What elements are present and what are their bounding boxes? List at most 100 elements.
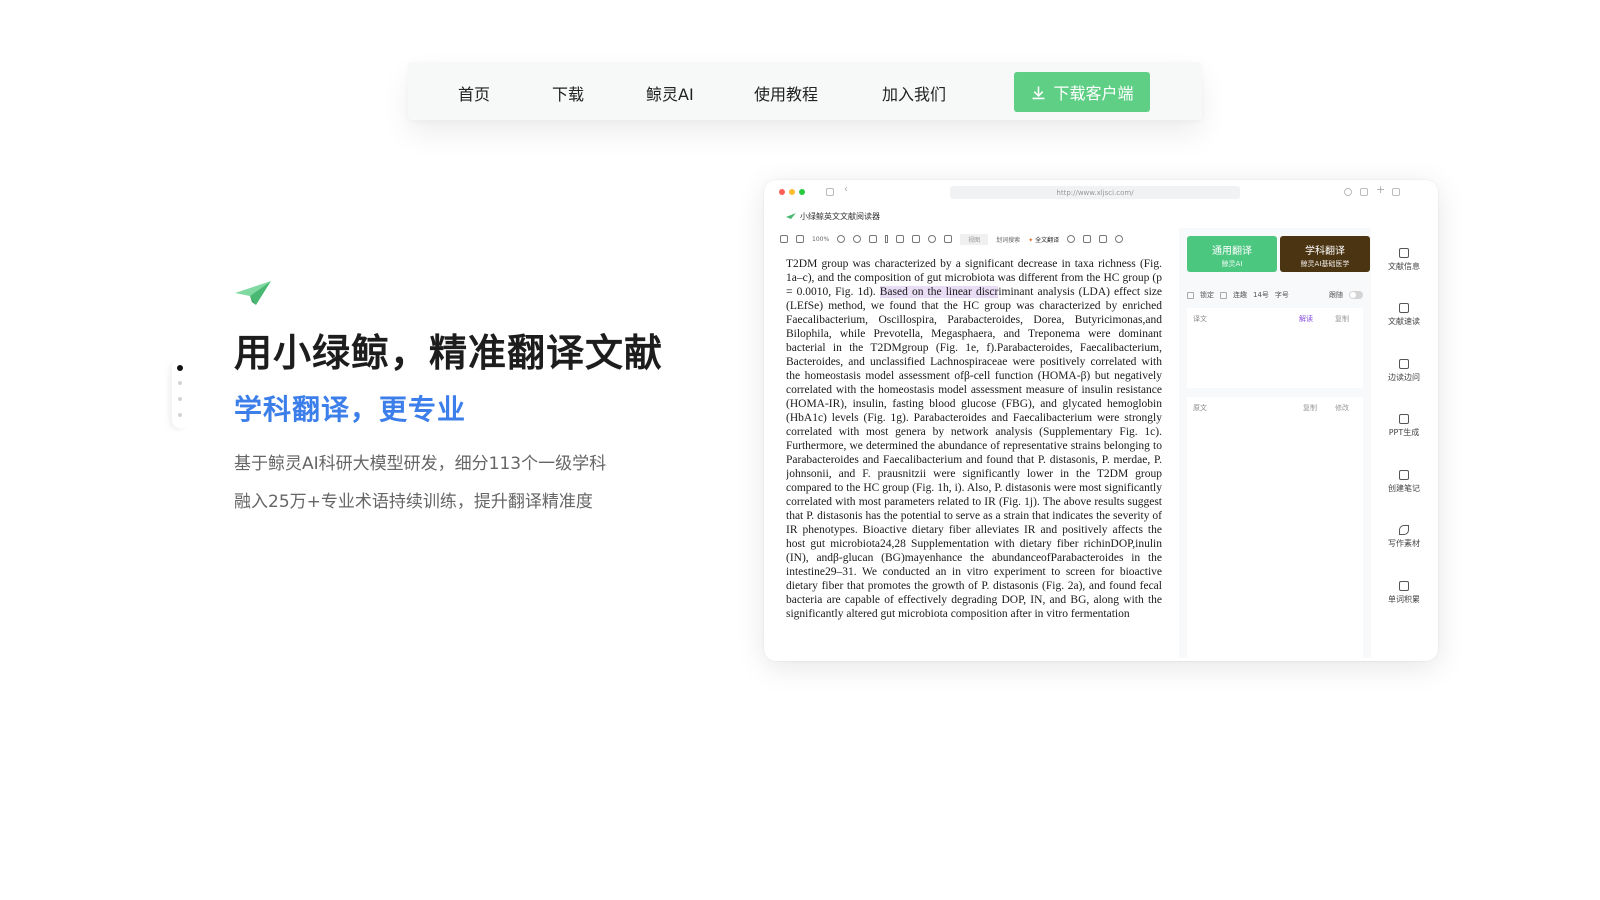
edit-original-button[interactable]: 修改 bbox=[1335, 403, 1349, 413]
translation-panel: 通用翻译 鲸灵AI 学科翻译 鲸灵AI基础医学 锁定 连趣 14号 字号 跟随 … bbox=[1179, 228, 1371, 658]
rail-literature-info[interactable]: 文献信息 bbox=[1373, 248, 1435, 272]
subject-translate-tab[interactable]: 学科翻译 鲸灵AI基础医学 bbox=[1280, 236, 1370, 272]
app-title: 小绿鲸英文文献阅读器 bbox=[786, 211, 880, 222]
sidebar-toggle-icon[interactable] bbox=[826, 188, 834, 196]
general-translate-tab[interactable]: 通用翻译 鲸灵AI bbox=[1187, 236, 1277, 272]
zoom-out-icon[interactable] bbox=[853, 235, 862, 243]
copy-translation-button[interactable]: 复制 bbox=[1335, 314, 1349, 324]
nav-download[interactable]: 下载 bbox=[552, 81, 584, 105]
download-icon bbox=[1033, 86, 1045, 99]
top-nav: 首页 下载 鲸灵AI 使用教程 加入我们 下载客户端 bbox=[408, 62, 1202, 120]
search-icon[interactable] bbox=[1067, 235, 1076, 243]
ppt-icon bbox=[1399, 414, 1409, 424]
rotate-icon[interactable] bbox=[869, 235, 878, 243]
literature-info-icon bbox=[1399, 248, 1409, 258]
rail-create-note[interactable]: 创建笔记 bbox=[1373, 470, 1435, 494]
reader-toolbar: 100% 视图 划词搜索 ✦ 全文翻译 bbox=[780, 232, 1164, 246]
zoom-select[interactable]: 100% bbox=[812, 236, 829, 243]
rail-label: 文献信息 bbox=[1388, 262, 1420, 271]
hero-description-line-2: 融入25万+专业术语持续训练，提升翻译精准度 bbox=[234, 492, 593, 512]
nav-jingling-ai[interactable]: 鲸灵AI bbox=[646, 81, 694, 105]
follow-toggle[interactable] bbox=[1349, 291, 1363, 299]
paper-plane-icon bbox=[235, 281, 271, 305]
general-translate-sub: 鲸灵AI bbox=[1221, 260, 1243, 268]
full-translate-label: 全文翻译 bbox=[1035, 236, 1060, 244]
rail-read-and-ask[interactable]: 边读边问 bbox=[1373, 359, 1435, 383]
rail-label: 写作素材 bbox=[1388, 539, 1420, 548]
two-page-icon[interactable] bbox=[896, 235, 905, 243]
translation-label: 译文 bbox=[1193, 315, 1207, 323]
back-icon[interactable]: ‹ bbox=[844, 184, 848, 195]
translation-card: 译文 解读 复制 bbox=[1187, 308, 1363, 388]
chat-icon bbox=[1399, 359, 1409, 369]
note-icon bbox=[1399, 470, 1409, 480]
export-icon[interactable] bbox=[1099, 235, 1108, 243]
tools-icon[interactable] bbox=[944, 235, 953, 243]
slide-dot[interactable] bbox=[178, 413, 182, 417]
full-translate-button[interactable]: ✦ 全文翻译 bbox=[1028, 235, 1059, 244]
pen-icon bbox=[1399, 525, 1409, 535]
translate-icon: ✦ bbox=[1028, 236, 1034, 244]
nav-join-us[interactable]: 加入我们 bbox=[882, 81, 946, 105]
fullscreen-icon[interactable] bbox=[912, 235, 921, 243]
panel-toggle-icon[interactable] bbox=[780, 235, 788, 243]
continuous-checkbox[interactable] bbox=[1220, 291, 1227, 299]
eye-icon[interactable] bbox=[928, 235, 937, 243]
share-icon[interactable] bbox=[1360, 188, 1368, 196]
subject-translate-label: 学科翻译 bbox=[1305, 246, 1345, 257]
original-card: 原文 复制 修改 bbox=[1187, 397, 1363, 658]
rail-label: 文献速读 bbox=[1388, 317, 1420, 326]
url-text: http://www.xljsci.com/ bbox=[1056, 188, 1134, 197]
close-window-button[interactable] bbox=[779, 189, 785, 195]
view-select[interactable]: 视图 bbox=[960, 233, 989, 245]
selected-text[interactable]: Based on the linear discr bbox=[879, 286, 999, 298]
rail-vocabulary[interactable]: 单词积累 bbox=[1373, 581, 1435, 605]
rail-ppt-generate[interactable]: PPT生成 bbox=[1373, 414, 1435, 438]
settings-icon[interactable] bbox=[1115, 235, 1124, 243]
original-label: 原文 bbox=[1193, 404, 1207, 412]
document-content[interactable]: T2DM group was characterized by a signif… bbox=[786, 257, 1162, 651]
page-icon[interactable] bbox=[796, 235, 804, 243]
slide-indicator bbox=[172, 360, 188, 428]
rail-label: PPT生成 bbox=[1388, 428, 1420, 437]
app-logo-icon bbox=[786, 212, 796, 219]
slide-dot[interactable] bbox=[178, 381, 182, 385]
hero-description-line-1: 基于鲸灵AI科研大模型研发，细分113个一级学科 bbox=[234, 454, 607, 474]
text-cursor-icon[interactable] bbox=[885, 235, 889, 243]
rail-quick-read[interactable]: 文献速读 bbox=[1373, 303, 1435, 327]
download-client-button[interactable]: 下载客户端 bbox=[1014, 72, 1150, 112]
word-search-button[interactable]: 划词搜索 bbox=[996, 235, 1020, 244]
tabs-overview-icon[interactable] bbox=[1392, 188, 1400, 196]
font-size-label: 字号 bbox=[1274, 291, 1289, 299]
nav-home[interactable]: 首页 bbox=[458, 81, 490, 105]
app-screenshot: ‹ http://www.xljsci.com/ + 小绿鲸英文文献阅读器 10… bbox=[764, 180, 1438, 661]
general-translate-label: 通用翻译 bbox=[1212, 246, 1252, 257]
rail-label: 边读边问 bbox=[1388, 373, 1420, 382]
app-title-text: 小绿鲸英文文献阅读器 bbox=[800, 212, 880, 221]
rail-label: 单词积累 bbox=[1388, 595, 1420, 604]
nav-tutorial[interactable]: 使用教程 bbox=[754, 81, 818, 105]
slide-dot[interactable] bbox=[178, 397, 182, 401]
rail-writing-material[interactable]: 写作素材 bbox=[1373, 525, 1435, 549]
zoom-in-icon[interactable] bbox=[837, 235, 846, 243]
minimize-window-button[interactable] bbox=[789, 189, 795, 195]
copy-original-button[interactable]: 复制 bbox=[1303, 403, 1317, 413]
maximize-window-button[interactable] bbox=[799, 189, 805, 195]
vocabulary-icon bbox=[1399, 581, 1409, 591]
lock-checkbox[interactable] bbox=[1187, 291, 1194, 299]
font-size-select[interactable]: 14号 bbox=[1253, 290, 1269, 300]
lock-label: 锁定 bbox=[1200, 291, 1214, 299]
document-text-continued: iminant analysis (LDA) effect size (LEfS… bbox=[786, 286, 1162, 620]
address-bar[interactable]: http://www.xljsci.com/ bbox=[950, 186, 1240, 199]
window-titlebar: ‹ http://www.xljsci.com/ + bbox=[764, 180, 1438, 204]
interpret-button[interactable]: 解读 bbox=[1299, 314, 1313, 324]
hero-title: 用小绿鲸，精准翻译文献 bbox=[234, 331, 664, 375]
comment-icon[interactable] bbox=[1083, 235, 1092, 243]
rail-label: 创建笔记 bbox=[1388, 484, 1420, 493]
download-client-label: 下载客户端 bbox=[1053, 84, 1134, 103]
download-manager-icon[interactable] bbox=[1344, 188, 1352, 196]
new-tab-icon[interactable]: + bbox=[1376, 183, 1385, 196]
slide-dot-active[interactable] bbox=[177, 365, 183, 371]
continuous-label: 连趣 bbox=[1233, 291, 1247, 299]
subject-translate-sub: 鲸灵AI基础医学 bbox=[1300, 260, 1350, 268]
